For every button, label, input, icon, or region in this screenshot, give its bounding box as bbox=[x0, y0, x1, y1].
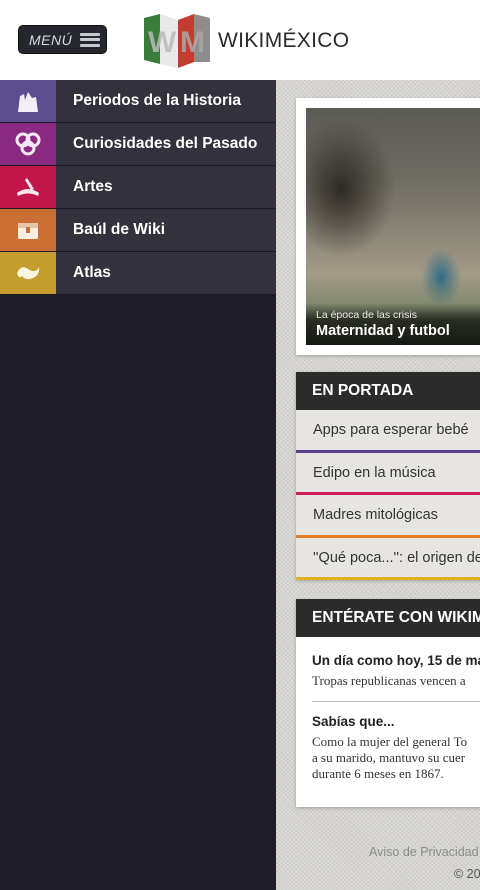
divider bbox=[312, 701, 480, 702]
sabias-line: durante 6 meses en 1867. bbox=[312, 766, 444, 781]
sidebar-item-label: Periodos de la Historia bbox=[73, 92, 241, 109]
portada-item[interactable]: Madres mitológicas bbox=[296, 495, 480, 538]
enterate-box: ENTÉRATE CON WIKIMÉXICO Un día como hoy,… bbox=[296, 599, 480, 807]
header: MENÚ W M WIKIMÉXICO bbox=[0, 0, 480, 80]
feature-kicker: La época de las crisis bbox=[316, 309, 417, 321]
portada-item[interactable]: ''Qué poca...'': el origen de bbox=[296, 537, 480, 580]
sidebar-item-artes[interactable]: Artes bbox=[0, 166, 276, 209]
day-title: Un día como hoy, 15 de mayo bbox=[312, 653, 480, 668]
portada-box: EN PORTADA Apps para esperar bebé Edipo … bbox=[296, 372, 480, 580]
svg-text:M: M bbox=[180, 26, 205, 59]
sidebar-item-label: Artes bbox=[73, 178, 113, 195]
feature-headline[interactable]: Maternidad y futbol bbox=[316, 323, 480, 339]
sabias-line: Como la mujer del general To bbox=[312, 734, 468, 749]
sidebar-item-label: Baúl de Wiki bbox=[73, 221, 166, 238]
logo[interactable]: W M WIKIMÉXICO bbox=[142, 12, 349, 70]
chest-icon bbox=[0, 209, 56, 251]
hamburger-icon bbox=[80, 32, 101, 47]
sidebar-item-curiosidades[interactable]: Curiosidades del Pasado bbox=[0, 123, 276, 166]
sidebar-item-label: Curiosidades del Pasado bbox=[73, 135, 258, 152]
feature-card[interactable]: La época de las crisis Maternidad y futb… bbox=[296, 98, 480, 355]
day-text[interactable]: Tropas republicanas vencen a bbox=[312, 673, 480, 689]
sidebar-menu: Periodos de la Historia Curiosidades del… bbox=[0, 80, 276, 890]
portada-item[interactable]: Apps para esperar bebé bbox=[296, 410, 480, 453]
palette-icon bbox=[0, 166, 56, 208]
portada-title: EN PORTADA bbox=[296, 372, 480, 410]
feature-caption: La época de las crisis Maternidad y futb… bbox=[306, 303, 480, 345]
privacy-link[interactable]: Aviso de Privacidad bbox=[369, 845, 479, 859]
sabias-title: Sabías que... bbox=[312, 714, 395, 729]
copyright-text: © 20 bbox=[454, 867, 480, 881]
sidebar-item-periodos[interactable]: Periodos de la Historia bbox=[0, 80, 276, 123]
sabias-line: a su marido, mantuvo su cuer bbox=[312, 750, 466, 765]
svg-text:W: W bbox=[148, 26, 177, 59]
knot-icon bbox=[0, 123, 56, 165]
logo-text: WIKIMÉXICO bbox=[218, 29, 350, 52]
sidebar-item-baul[interactable]: Baúl de Wiki bbox=[0, 209, 276, 252]
serpent-icon bbox=[0, 252, 56, 294]
sidebar-item-label: Atlas bbox=[73, 264, 111, 281]
monument-icon bbox=[0, 80, 56, 122]
enterate-title: ENTÉRATE CON WIKIMÉXICO bbox=[296, 599, 480, 637]
portada-item[interactable]: Edipo en la música bbox=[296, 452, 480, 495]
menu-button[interactable]: MENÚ bbox=[18, 25, 107, 54]
wikimexico-logo-icon: W M bbox=[144, 14, 210, 68]
main-content: La época de las crisis Maternidad y futb… bbox=[276, 80, 480, 890]
feature-image: La época de las crisis Maternidad y futb… bbox=[306, 108, 480, 345]
sidebar-item-atlas[interactable]: Atlas bbox=[0, 252, 276, 295]
menu-label: MENÚ bbox=[29, 31, 73, 48]
